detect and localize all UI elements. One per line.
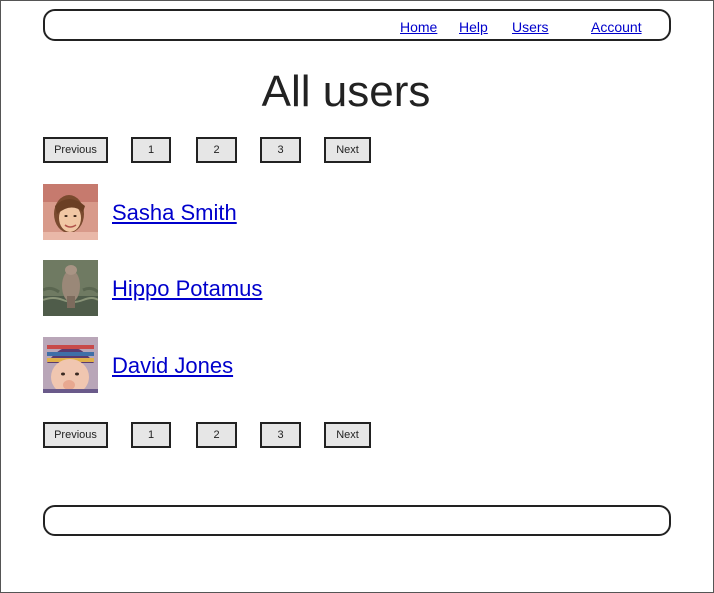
user-link[interactable]: David Jones [112, 353, 233, 379]
list-item: David Jones [43, 337, 643, 393]
page-1-button[interactable]: 1 [131, 137, 171, 163]
avatar[interactable] [43, 184, 98, 240]
pagination-bottom: Previous 1 2 3 Next [43, 422, 383, 448]
header-nav-bar: Home Help Users Account [43, 9, 671, 41]
list-item: Hippo Potamus [43, 260, 643, 316]
woman-portrait-photo [43, 184, 98, 240]
next-button[interactable]: Next [324, 422, 371, 448]
nav-account-link[interactable]: Account [591, 19, 642, 35]
page-frame: Home Help Users Account All users Previo… [0, 0, 714, 593]
nav-users-link[interactable]: Users [512, 19, 549, 35]
page-1-button[interactable]: 1 [131, 422, 171, 448]
next-button[interactable]: Next [324, 137, 371, 163]
page-3-button[interactable]: 3 [260, 422, 301, 448]
user-link[interactable]: Sasha Smith [112, 200, 237, 226]
nav-help-link[interactable]: Help [459, 19, 488, 35]
user-link[interactable]: Hippo Potamus [112, 276, 262, 302]
list-item: Sasha Smith [43, 184, 643, 240]
page-title: All users [261, 67, 431, 116]
avatar[interactable] [43, 260, 98, 316]
page-2-button[interactable]: 2 [196, 422, 237, 448]
footer-bar [43, 505, 671, 536]
baby-in-knit-hat-photo [43, 337, 98, 393]
nav-home-link[interactable]: Home [400, 19, 437, 35]
page-2-button[interactable]: 2 [196, 137, 237, 163]
previous-button[interactable]: Previous [43, 137, 108, 163]
previous-button[interactable]: Previous [43, 422, 108, 448]
page-3-button[interactable]: 3 [260, 137, 301, 163]
hippo-photo [43, 260, 98, 316]
avatar[interactable] [43, 337, 98, 393]
pagination-top: Previous 1 2 3 Next [43, 137, 383, 163]
